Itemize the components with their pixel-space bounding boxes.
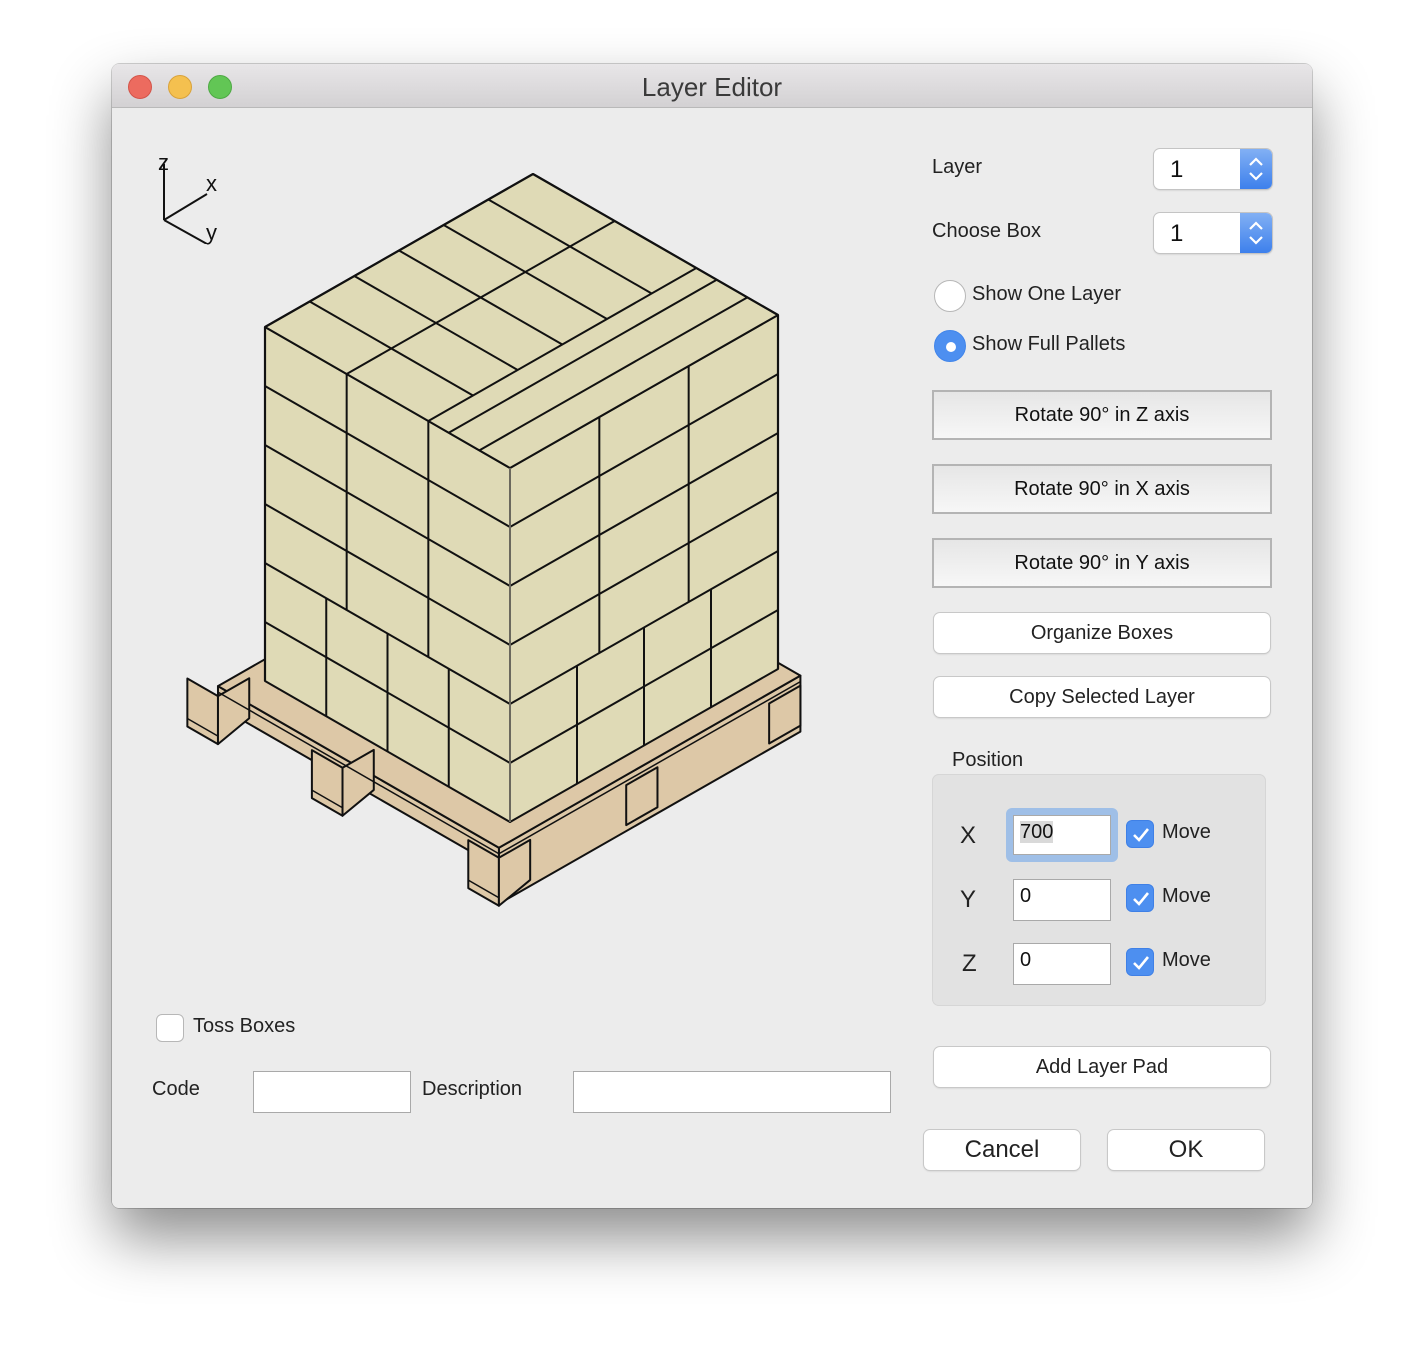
move-y-label[interactable]: Move <box>1162 885 1211 908</box>
rotate-x-button[interactable]: Rotate 90° in X axis <box>932 464 1272 514</box>
toss-boxes-label[interactable]: Toss Boxes <box>193 1015 295 1038</box>
add-layer-pad-button[interactable]: Add Layer Pad <box>934 1047 1270 1087</box>
show-one-layer-label[interactable]: Show One Layer <box>972 283 1121 306</box>
show-full-pallets-label[interactable]: Show Full Pallets <box>972 333 1125 356</box>
layer-label: Layer <box>932 156 983 178</box>
axis-label-z: z <box>158 150 169 175</box>
position-y-value: 0 <box>1020 885 1032 907</box>
layer-value: 1 <box>1170 156 1184 183</box>
position-y-input[interactable]: 0 <box>1013 879 1111 921</box>
up-down-chevron-icon <box>1249 221 1263 245</box>
checkmark-icon <box>1133 892 1150 906</box>
organize-boxes-button[interactable]: Organize Boxes <box>934 613 1270 653</box>
code-input[interactable] <box>253 1071 411 1113</box>
position-x-input[interactable]: 700 <box>1013 815 1111 855</box>
move-x-label[interactable]: Move <box>1162 821 1211 844</box>
layer-stepper[interactable]: 1 <box>1154 149 1272 189</box>
choose-box-stepper-arrows[interactable] <box>1240 213 1272 253</box>
layer-editor-window: Layer Editor z x y Layer 1 Choose Box 1 <box>112 64 1312 1208</box>
code-label: Code <box>152 1078 200 1100</box>
move-x-checkbox[interactable] <box>1126 820 1154 848</box>
choose-box-stepper[interactable]: 1 <box>1154 213 1272 253</box>
position-z-label: Z <box>962 950 977 977</box>
axis-label-y: y <box>206 220 217 245</box>
checkmark-icon <box>1133 828 1150 842</box>
rotate-y-button[interactable]: Rotate 90° in Y axis <box>932 538 1272 588</box>
cancel-button[interactable]: Cancel <box>924 1130 1080 1170</box>
move-y-checkbox[interactable] <box>1126 884 1154 912</box>
position-x-label: X <box>960 822 977 849</box>
position-z-value: 0 <box>1020 949 1032 971</box>
description-input[interactable] <box>573 1071 891 1113</box>
description-label: Description <box>422 1078 523 1100</box>
choose-box-label: Choose Box <box>932 220 1041 242</box>
axis-label-x: x <box>206 171 217 196</box>
rotate-z-button[interactable]: Rotate 90° in Z axis <box>932 390 1272 440</box>
position-y-label: Y <box>960 886 977 913</box>
show-one-layer-radio[interactable] <box>934 280 966 312</box>
move-z-checkbox[interactable] <box>1126 948 1154 976</box>
position-z-input[interactable]: 0 <box>1013 943 1111 985</box>
position-group-title: Position <box>952 749 1024 771</box>
checkmark-icon <box>1133 956 1150 970</box>
ok-button[interactable]: OK <box>1108 1130 1264 1170</box>
copy-selected-layer-button[interactable]: Copy Selected Layer <box>934 677 1270 717</box>
layer-stepper-arrows[interactable] <box>1240 149 1272 189</box>
toss-boxes-checkbox[interactable] <box>156 1014 184 1042</box>
move-z-label[interactable]: Move <box>1162 949 1211 972</box>
choose-box-value: 1 <box>1170 220 1184 247</box>
position-x-value: 700 <box>1020 821 1054 843</box>
show-full-pallets-radio[interactable] <box>934 330 966 362</box>
pallet-3d-view[interactable] <box>112 64 912 964</box>
up-down-chevron-icon <box>1249 157 1263 181</box>
